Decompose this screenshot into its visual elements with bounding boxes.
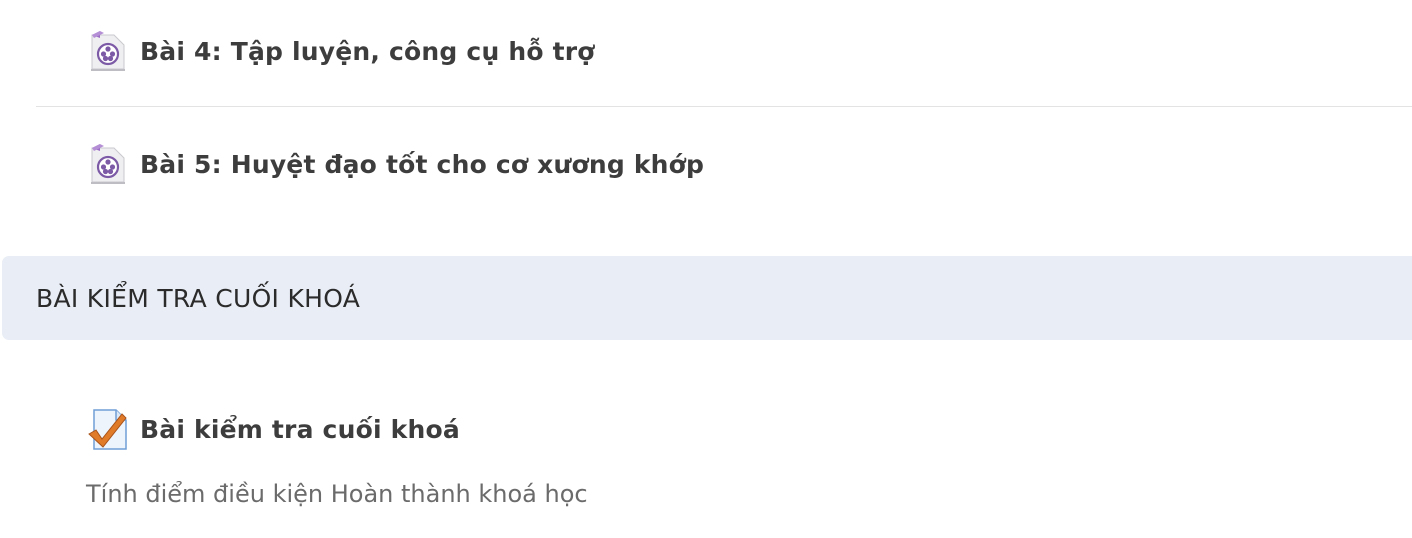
activity-divider [36, 106, 1412, 107]
activity-link[interactable]: Bài 5: Huyệt đạo tốt cho cơ xương khớp [140, 150, 704, 179]
activity-item-lesson-4[interactable]: Bài 4: Tập luyện, công cụ hỗ trợ [88, 30, 595, 72]
course-content: Bài 4: Tập luyện, công cụ hỗ trợ Bài 5: … [0, 0, 1412, 538]
quiz-checkmark-icon [88, 408, 128, 450]
activity-link[interactable]: Bài 4: Tập luyện, công cụ hỗ trợ [140, 37, 595, 66]
activity-description: Tính điểm điều kiện Hoàn thành khoá học [86, 480, 588, 508]
section-title: BÀI KIỂM TRA CUỐI KHOÁ [36, 283, 361, 313]
activity-item-final-quiz[interactable]: Bài kiểm tra cuối khoá [88, 408, 460, 450]
activity-link[interactable]: Bài kiểm tra cuối khoá [140, 415, 460, 444]
video-file-icon [88, 143, 128, 185]
video-file-icon [88, 30, 128, 72]
section-header-final-test: BÀI KIỂM TRA CUỐI KHOÁ [2, 256, 1412, 340]
activity-item-lesson-5[interactable]: Bài 5: Huyệt đạo tốt cho cơ xương khớp [88, 143, 704, 185]
